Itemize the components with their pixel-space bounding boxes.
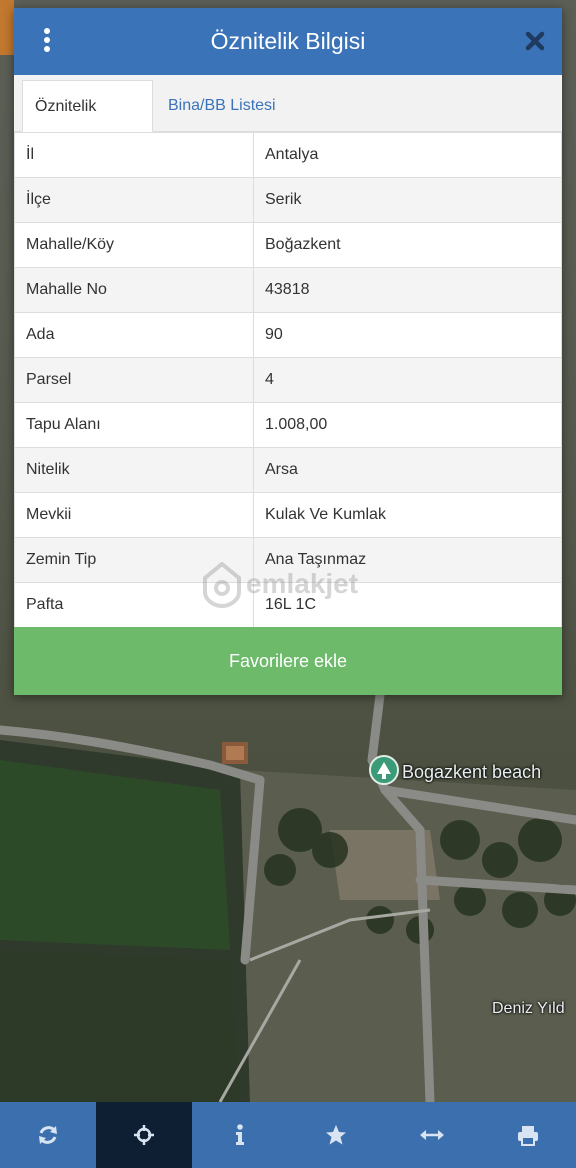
row-key: Zemin Tip — [14, 537, 254, 583]
tree-icon[interactable] — [369, 755, 399, 785]
row-value: Boğazkent — [253, 222, 562, 268]
table-row: Ada 90 — [14, 312, 562, 358]
table-row: Zemin Tip Ana Taşınmaz — [14, 537, 562, 583]
refresh-icon — [39, 1126, 57, 1144]
dialog-title: Öznitelik Bilgisi — [210, 28, 366, 54]
row-value: 4 — [253, 357, 562, 403]
row-key: Tapu Alanı — [14, 402, 254, 448]
place-label: Deniz Yıld — [492, 1000, 565, 1017]
row-key: Ada — [14, 312, 254, 358]
row-value: 1.008,00 — [253, 402, 562, 448]
row-key: Mahalle No — [14, 267, 254, 313]
table-row: Nitelik Arsa — [14, 447, 562, 493]
table-row: İlçe Serik — [14, 177, 562, 223]
table-row: Mevkii Kulak Ve Kumlak — [14, 492, 562, 538]
refresh-button[interactable] — [0, 1102, 96, 1168]
table-row: Mahalle No 43818 — [14, 267, 562, 313]
table-row: Pafta 16L 1C — [14, 582, 562, 628]
row-key: Mevkii — [14, 492, 254, 538]
attribute-dialog: Öznitelik Bilgisi Öznitelik Bilgisi Bina… — [14, 8, 562, 695]
locate-button[interactable] — [96, 1102, 192, 1168]
table-row: Tapu Alanı 1.008,00 — [14, 402, 562, 448]
crosshair-icon — [134, 1125, 154, 1145]
tab-attribute-info[interactable]: Öznitelik Bilgisi — [22, 80, 153, 167]
row-key: İlçe — [14, 177, 254, 223]
row-value: Ana Taşınmaz — [253, 537, 562, 583]
info-button[interactable] — [192, 1102, 288, 1168]
close-icon[interactable] — [522, 28, 548, 54]
dialog-header: Öznitelik Bilgisi — [14, 8, 562, 75]
measure-button[interactable] — [384, 1102, 480, 1168]
table-row: İl Antalya — [14, 132, 562, 178]
row-value: Kulak Ve Kumlak — [253, 492, 562, 538]
row-key: Parsel — [14, 357, 254, 403]
row-value: Serik — [253, 177, 562, 223]
row-key: Nitelik — [14, 447, 254, 493]
row-key: İl — [14, 132, 254, 178]
poi-label[interactable]: Bogazkent beach — [402, 762, 541, 783]
info-icon — [236, 1124, 244, 1145]
table-row: Parsel 4 — [14, 357, 562, 403]
bottom-toolbar — [0, 1102, 576, 1168]
row-value: Antalya — [253, 132, 562, 178]
tab-bar: Öznitelik Bilgisi Bina/BB Listesi — [14, 75, 562, 167]
row-value: 16L 1C — [253, 582, 562, 628]
row-key: Mahalle/Köy — [14, 222, 254, 268]
row-value: 43818 — [253, 267, 562, 313]
measure-arrows-icon — [420, 1130, 444, 1140]
print-icon — [518, 1126, 538, 1146]
row-key: Pafta — [14, 582, 254, 628]
print-button[interactable] — [480, 1102, 576, 1168]
row-value: Arsa — [253, 447, 562, 493]
row-value: 90 — [253, 312, 562, 358]
star-icon — [326, 1125, 346, 1145]
map-tile-corner — [0, 0, 14, 55]
attribute-table: İl Antalya İlçe Serik Mahalle/Köy Boğazk… — [14, 132, 562, 628]
favorites-button[interactable] — [288, 1102, 384, 1168]
tab-building-list[interactable]: Bina/BB Listesi — [156, 80, 288, 132]
add-favorite-button[interactable]: Favorilere ekle — [14, 627, 562, 695]
table-row: Mahalle/Köy Boğazkent — [14, 222, 562, 268]
